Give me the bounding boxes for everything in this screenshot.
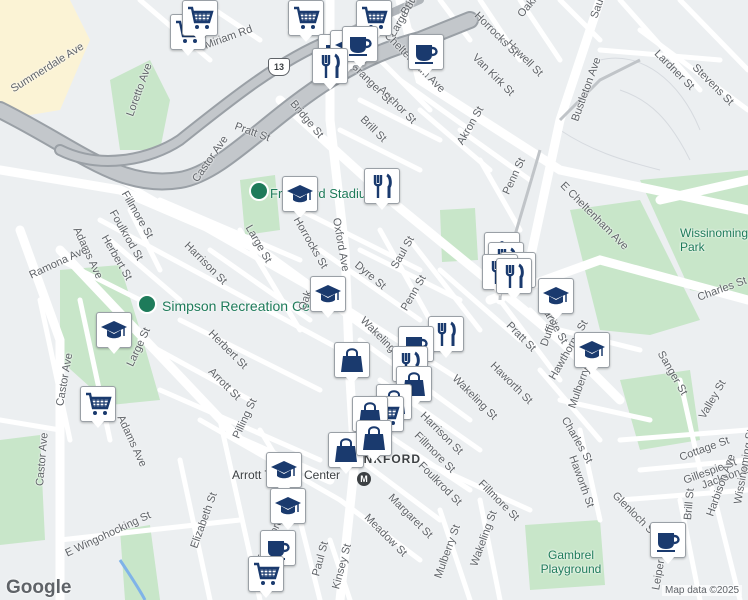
map-attribution[interactable]: Map data ©2025 xyxy=(662,585,743,596)
cafe-marker-icon[interactable] xyxy=(408,34,444,78)
grocery-marker-icon[interactable] xyxy=(80,386,116,430)
restaurant-marker-icon[interactable] xyxy=(364,168,400,212)
google-logo: Google xyxy=(6,577,72,598)
restaurant-marker-icon[interactable] xyxy=(312,48,348,92)
poi-label-gambrel[interactable]: Gambrel Playground xyxy=(536,548,606,576)
park-pin-icon[interactable] xyxy=(137,294,157,314)
school-marker-icon[interactable] xyxy=(574,332,610,376)
school-marker-icon[interactable] xyxy=(282,176,318,220)
school-marker-icon[interactable] xyxy=(270,488,306,532)
stadium-pin-icon[interactable] xyxy=(249,181,269,201)
grocery-marker-icon[interactable] xyxy=(182,0,218,44)
grocery-marker-icon[interactable] xyxy=(248,556,284,600)
cafe-marker-icon[interactable] xyxy=(650,522,686,566)
restaurant-marker-icon[interactable] xyxy=(496,258,532,302)
map-canvas[interactable]: 13 FRANKFORD Simpson Recreation Center W… xyxy=(0,0,748,600)
school-marker-icon[interactable] xyxy=(538,278,574,322)
school-marker-icon[interactable] xyxy=(96,312,132,356)
poi-label-wissinoming[interactable]: Wissinoming Park xyxy=(680,226,748,254)
shopping-marker-icon[interactable] xyxy=(356,420,392,464)
shopping-marker-icon[interactable] xyxy=(334,342,370,386)
school-marker-icon[interactable] xyxy=(310,276,346,320)
route-shield: 13 xyxy=(268,58,290,76)
